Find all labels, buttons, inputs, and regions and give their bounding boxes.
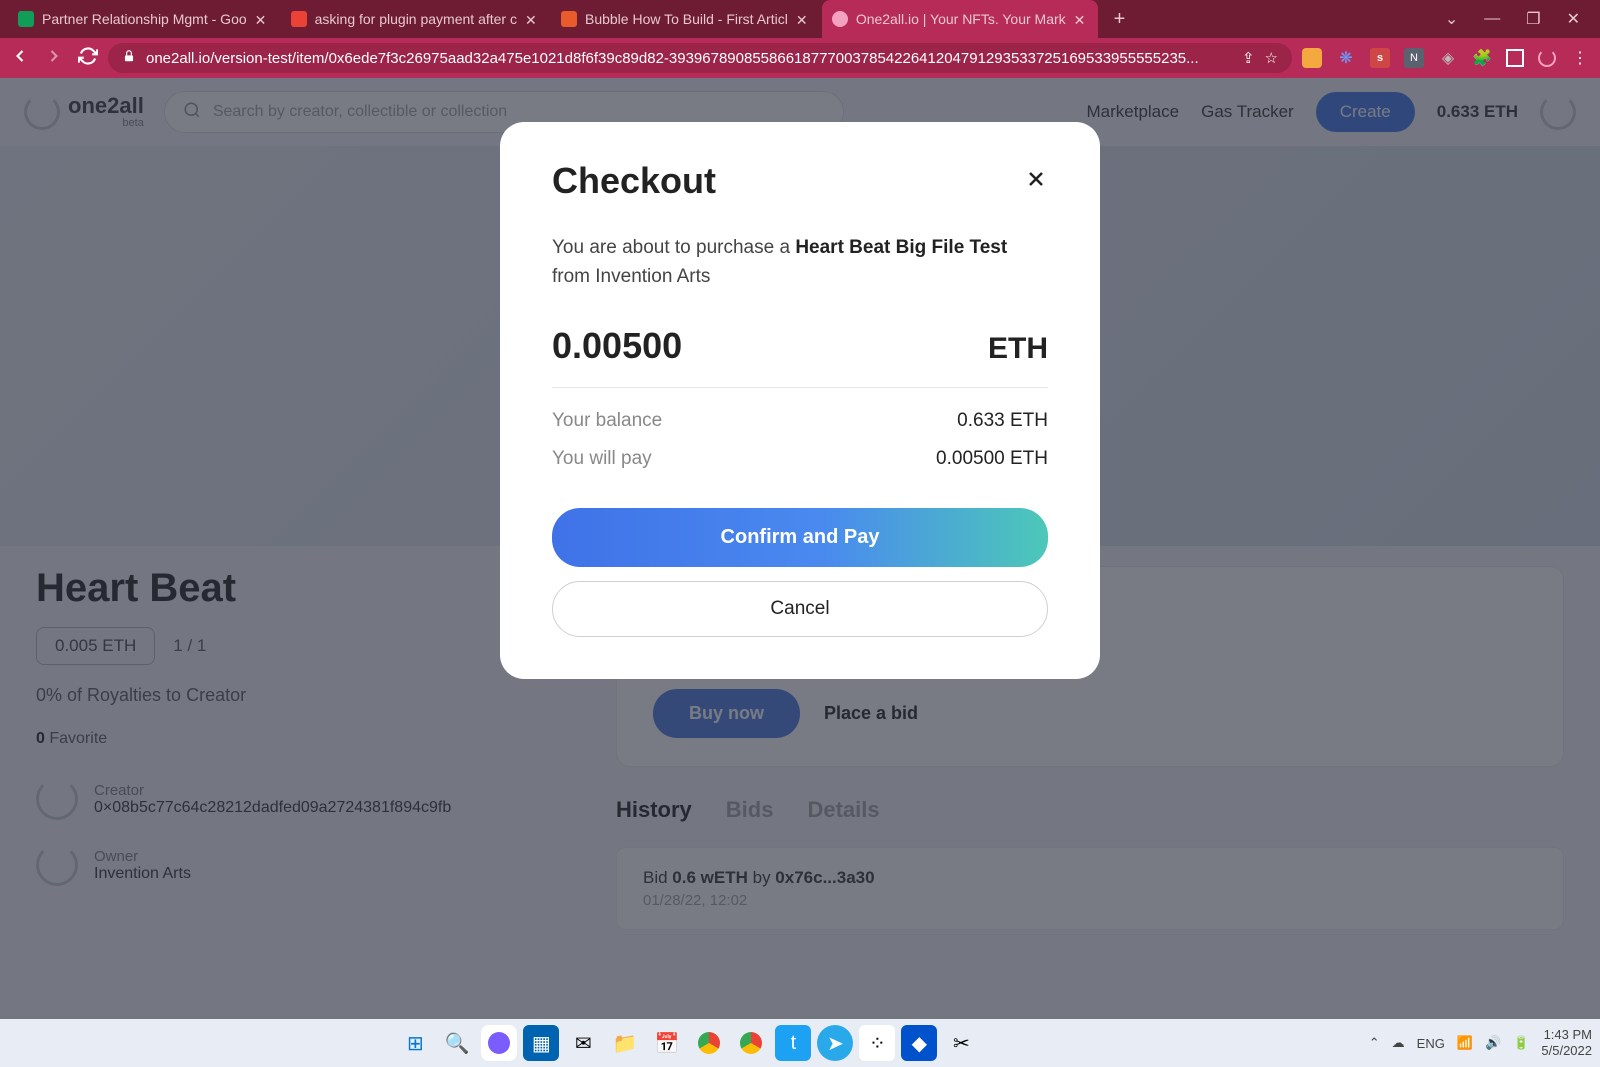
modal-price-row: 0.00500 ETH: [552, 325, 1048, 388]
browser-tab[interactable]: Partner Relationship Mgmt - Goo ✕: [8, 0, 279, 38]
taskbar-app[interactable]: ▦: [523, 1025, 559, 1061]
favicon-icon: [291, 11, 307, 27]
new-tab-button[interactable]: +: [1100, 0, 1140, 38]
ext-icon[interactable]: [1302, 48, 1322, 68]
browser-tab[interactable]: Bubble How To Build - First Articl ✕: [551, 0, 820, 38]
taskbar-app[interactable]: ⁘: [859, 1025, 895, 1061]
snip-icon[interactable]: ✂: [943, 1025, 979, 1061]
balance-label: Your balance: [552, 410, 662, 432]
taskbar-app[interactable]: [481, 1025, 517, 1061]
window-controls: ⌄ — ❐ ✕: [1425, 9, 1600, 29]
tab-strip: Partner Relationship Mgmt - Goo ✕ asking…: [0, 0, 1139, 38]
search-icon[interactable]: 🔍: [439, 1025, 475, 1061]
checkout-modal: Checkout You are about to purchase a Hea…: [500, 122, 1100, 679]
tab-title: asking for plugin payment after c: [315, 11, 517, 27]
start-icon[interactable]: ⊞: [397, 1025, 433, 1061]
reload-icon[interactable]: [78, 46, 98, 71]
onedrive-icon[interactable]: ☁: [1392, 1035, 1405, 1051]
mail-icon[interactable]: ✉: [565, 1025, 601, 1061]
modal-title: Checkout: [552, 160, 716, 202]
favicon-icon: [561, 11, 577, 27]
battery-icon[interactable]: 🔋: [1513, 1035, 1529, 1051]
cancel-button[interactable]: Cancel: [552, 581, 1048, 637]
ext-icon[interactable]: N: [1404, 48, 1424, 68]
lock-icon: [122, 49, 136, 67]
twitter-icon[interactable]: t: [775, 1025, 811, 1061]
browser-toolbar: one2all.io/version-test/item/0x6ede7f3c2…: [0, 38, 1600, 78]
maximize-icon[interactable]: ❐: [1526, 9, 1540, 29]
url-text: one2all.io/version-test/item/0x6ede7f3c2…: [146, 50, 1232, 67]
ext-icon[interactable]: ◈: [1438, 48, 1458, 68]
close-icon[interactable]: ✕: [1074, 12, 1088, 26]
wifi-icon[interactable]: 📶: [1457, 1035, 1473, 1051]
tab-title: Bubble How To Build - First Articl: [585, 11, 788, 27]
extensions-icon[interactable]: 🧩: [1472, 48, 1492, 68]
close-icon[interactable]: [1024, 167, 1048, 196]
explorer-icon[interactable]: 📁: [607, 1025, 643, 1061]
clock[interactable]: 1:43 PM 5/5/2022: [1541, 1027, 1592, 1058]
favicon-icon: [832, 11, 848, 27]
browser-titlebar: Partner Relationship Mgmt - Goo ✕ asking…: [0, 0, 1600, 38]
telegram-icon[interactable]: ➤: [817, 1025, 853, 1061]
close-window-icon[interactable]: ✕: [1567, 9, 1580, 29]
balance-value: 0.633 ETH: [957, 410, 1048, 432]
share-icon[interactable]: ⇪: [1242, 49, 1255, 67]
forward-icon[interactable]: [44, 46, 64, 71]
pay-row: You will pay 0.00500 ETH: [552, 448, 1048, 470]
pay-label: You will pay: [552, 448, 652, 470]
chrome-icon[interactable]: [691, 1025, 727, 1061]
account-icon[interactable]: [1506, 49, 1524, 67]
loading-icon: [1538, 49, 1556, 67]
back-icon[interactable]: [10, 46, 30, 71]
pay-value: 0.00500 ETH: [936, 448, 1048, 470]
browser-tab[interactable]: asking for plugin payment after c ✕: [281, 0, 549, 38]
page-content: one2all beta Search by creator, collecti…: [0, 78, 1600, 1019]
windows-taskbar: ⊞ 🔍 ▦ ✉ 📁 📅 t ➤ ⁘ ◆ ✂ ⌃ ☁ ENG 📶 🔊 🔋 1:43…: [0, 1019, 1600, 1067]
chevron-down-icon[interactable]: ⌄: [1445, 9, 1458, 29]
taskbar-app[interactable]: ◆: [901, 1025, 937, 1061]
minimize-icon[interactable]: —: [1484, 10, 1500, 28]
confirm-pay-button[interactable]: Confirm and Pay: [552, 508, 1048, 567]
favicon-icon: [18, 11, 34, 27]
chrome-icon[interactable]: [733, 1025, 769, 1061]
balance-row: Your balance 0.633 ETH: [552, 410, 1048, 432]
modal-currency: ETH: [988, 332, 1048, 366]
close-icon[interactable]: ✕: [796, 12, 810, 26]
language-indicator[interactable]: ENG: [1417, 1036, 1445, 1051]
ext-icon[interactable]: s: [1370, 48, 1390, 68]
modal-price: 0.00500: [552, 325, 682, 367]
tab-title: One2all.io | Your NFTs. Your Mark: [856, 11, 1066, 27]
star-icon[interactable]: ☆: [1265, 49, 1278, 67]
calendar-icon[interactable]: 📅: [649, 1025, 685, 1061]
volume-icon[interactable]: 🔊: [1485, 1035, 1501, 1051]
ext-icon[interactable]: ❋: [1336, 48, 1356, 68]
address-bar[interactable]: one2all.io/version-test/item/0x6ede7f3c2…: [108, 43, 1292, 73]
close-icon[interactable]: ✕: [255, 12, 269, 26]
close-icon[interactable]: ✕: [525, 12, 539, 26]
modal-description: You are about to purchase a Heart Beat B…: [552, 234, 1048, 291]
menu-icon[interactable]: ⋮: [1570, 48, 1590, 68]
tab-title: Partner Relationship Mgmt - Goo: [42, 11, 247, 27]
modal-overlay[interactable]: Checkout You are about to purchase a Hea…: [0, 78, 1600, 1019]
browser-tab-active[interactable]: One2all.io | Your NFTs. Your Mark ✕: [822, 0, 1098, 38]
chevron-up-icon[interactable]: ⌃: [1369, 1035, 1380, 1051]
